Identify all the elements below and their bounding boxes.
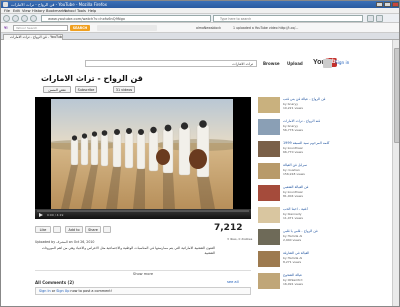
yahoo-search-input[interactable]: Yahoo! Search xyxy=(13,25,68,31)
menu-history[interactable]: History xyxy=(32,9,45,13)
maximize-button[interactable] xyxy=(384,2,391,7)
related-video[interactable]: أغنية - احبنا الحب by blennedy 11,071 vi… xyxy=(258,207,388,229)
browser-search-field[interactable]: Type here to search xyxy=(213,15,363,22)
menu-edit[interactable]: Edit xyxy=(13,9,20,13)
videos-count-button[interactable]: 31 videos xyxy=(113,86,135,93)
video-thumbnail[interactable] xyxy=(258,97,280,113)
video-thumbnail[interactable] xyxy=(258,185,280,201)
home-button[interactable] xyxy=(30,15,37,22)
view-count: 7,212 xyxy=(214,223,243,233)
dislike-button[interactable] xyxy=(53,226,61,233)
like-button[interactable]: Like xyxy=(35,226,51,233)
related-video[interactable]: فن الرواح - قلبي يا قلبي by Hamda Al 2,9… xyxy=(258,229,388,251)
window-title: قن الرواح - تراث الامارات - YouTube - Mo… xyxy=(11,2,107,7)
menu-yahoo[interactable]: Yahoo! xyxy=(64,9,76,13)
menu-tools[interactable]: Tools xyxy=(77,9,86,13)
title-bar: قن الرواح - تراث الامارات - YouTube - Mo… xyxy=(1,1,399,8)
web-page: You Tube تراث الامارات Browse Upload Sig… xyxy=(1,40,399,306)
browse-link[interactable]: Browse xyxy=(263,61,280,66)
related-video[interactable]: قن الرواح - عيالة قن بني قتب by bnaryy 1… xyxy=(258,97,388,119)
toolbar-news[interactable]: almaNewsblock xyxy=(196,25,221,31)
related-video[interactable]: سرايل فن العيالة by roushan 156,918 view… xyxy=(258,163,388,185)
yahoo-toolbar: Y! Yahoo! Search SEARCH almaNewsblock 1 … xyxy=(1,23,399,33)
share-button[interactable]: Share xyxy=(85,226,101,233)
video-frame[interactable] xyxy=(51,99,233,209)
video-thumbnail[interactable] xyxy=(258,141,280,157)
video-thumbnail[interactable] xyxy=(258,229,280,245)
video-title: قن الرواح - تراث الامارات xyxy=(41,74,143,83)
avatar[interactable] xyxy=(323,59,332,68)
navigation-bar: www.youtube.com/watch?v=hxfu6nQ9Ngx Type… xyxy=(1,14,399,23)
video-description: الفنون الشعبية الاماراتية التي يتم ممارس… xyxy=(41,246,215,255)
likes-info: 3 likes, 0 dislikes xyxy=(227,237,253,241)
related-video[interactable]: العيالة في الشارقة by Hamda Al 8,271 vie… xyxy=(258,251,388,273)
bookmark-icon[interactable] xyxy=(376,15,383,22)
comment-signin-link[interactable]: Sign In xyxy=(39,289,51,293)
signin-link[interactable]: Sign in xyxy=(335,60,349,65)
flag-button[interactable] xyxy=(103,226,111,233)
play-icon[interactable] xyxy=(39,213,43,217)
video-thumbnail[interactable] xyxy=(258,163,280,179)
related-video[interactable]: كلمه المرحوم سيد السبعه 1999 by kounthaa… xyxy=(258,141,388,163)
page-scrollbar[interactable] xyxy=(392,40,399,306)
show-more-button[interactable]: Show more xyxy=(35,270,251,276)
firefox-icon xyxy=(3,2,8,7)
tab-bar: قن الرواح - تراث الامارات - YouTube xyxy=(1,33,399,40)
see-all-link[interactable]: see all xyxy=(227,280,239,284)
yahoo-logo: Y! xyxy=(4,26,8,30)
time-display: 0:00 / 4:19 xyxy=(47,213,64,217)
related-video[interactable]: فن العيالة الشعبي by kounthaar 81,004 vi… xyxy=(258,185,388,207)
close-button[interactable] xyxy=(392,2,399,7)
toolbar-buttons[interactable] xyxy=(97,25,157,31)
downloads-icon[interactable] xyxy=(367,15,374,22)
url-bar[interactable]: www.youtube.com/watch?v=hxfu6nQ9Ngx xyxy=(41,15,211,22)
video-still-image xyxy=(51,99,233,209)
menu-view[interactable]: View xyxy=(22,9,31,13)
related-video[interactable]: عيالة الشحوح by 009emtrd 16,091 views xyxy=(258,273,388,295)
video-player[interactable]: 0:00 / 4:19 xyxy=(35,97,251,219)
comment-signup-link[interactable]: Sign Up xyxy=(56,289,69,293)
progress-bar[interactable] xyxy=(37,210,249,212)
comments-heading: All Comments (2) xyxy=(35,280,74,285)
search-placeholder: Type here to search xyxy=(220,17,252,21)
scroll-thumb[interactable] xyxy=(394,48,399,143)
menu-help[interactable]: Help xyxy=(88,9,96,13)
minimize-button[interactable] xyxy=(376,2,383,7)
reload-button[interactable] xyxy=(21,15,28,22)
player-controls: 0:00 / 4:19 xyxy=(35,209,251,219)
related-video[interactable]: قنه الرواح - تراث الامارات by bnaryy 56,… xyxy=(258,119,388,141)
video-thumbnail[interactable] xyxy=(258,273,280,289)
add-to-button[interactable]: Add to xyxy=(65,226,83,233)
subscribe-button[interactable]: Subscribe xyxy=(75,86,97,93)
comment-signin-box: Sign In or Sign Up now to post a comment… xyxy=(35,287,251,295)
url-text: www.youtube.com/watch?v=hxfu6nQ9Ngx xyxy=(48,17,126,21)
upload-info: Uploaded by المشرف on Oct 26, 2010 xyxy=(35,240,95,244)
video-thumbnail[interactable] xyxy=(258,251,280,267)
back-button[interactable] xyxy=(3,15,10,22)
youtube-search-input[interactable]: تراث الامارات xyxy=(85,60,257,67)
video-thumbnail[interactable] xyxy=(258,207,280,223)
channel-button[interactable]: نقص المسن xyxy=(43,86,71,93)
video-thumbnail[interactable] xyxy=(258,119,280,135)
forward-button[interactable] xyxy=(12,15,19,22)
toolbar-ticker: 1 uploaded a YouTube video http://t.co/.… xyxy=(233,26,299,30)
yahoo-search-button[interactable]: SEARCH xyxy=(70,25,90,31)
search-value: تراث الامارات xyxy=(232,62,253,66)
upload-link[interactable]: Upload xyxy=(287,61,303,66)
browser-window: قن الرواح - تراث الامارات - YouTube - Mo… xyxy=(0,0,400,307)
menu-file[interactable]: File xyxy=(4,9,10,13)
